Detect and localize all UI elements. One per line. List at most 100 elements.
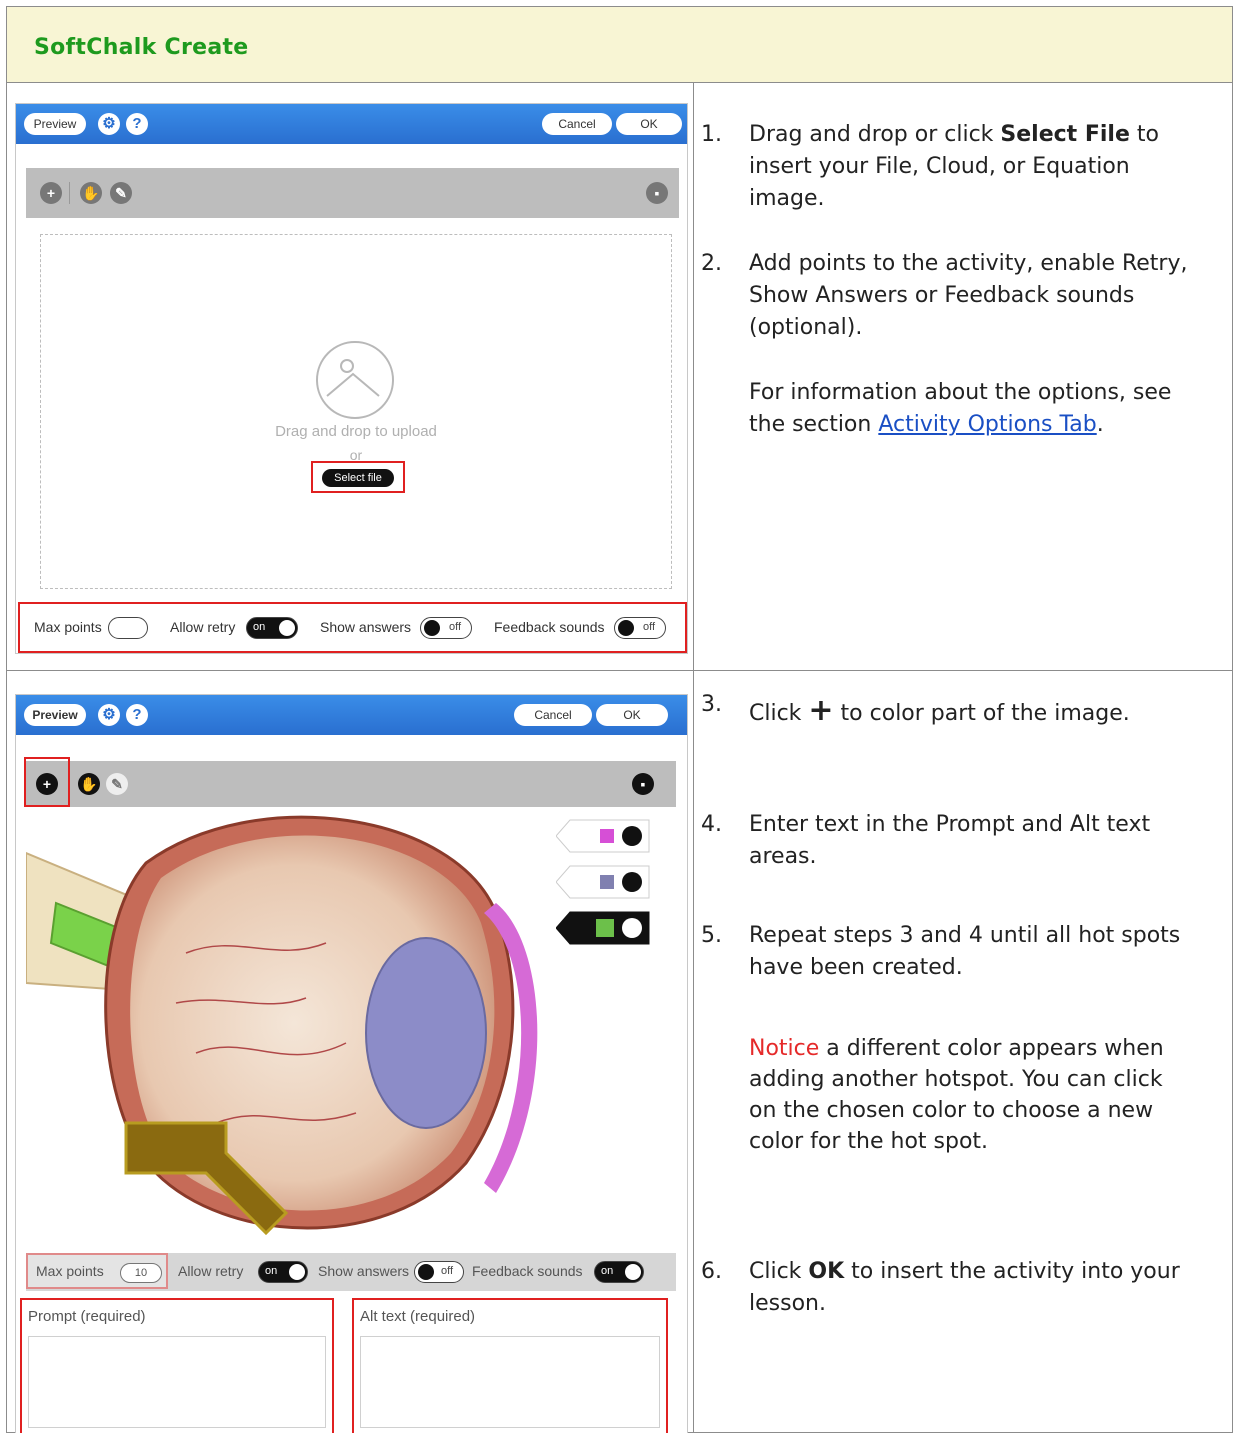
hotspot-tag-pink[interactable] xyxy=(556,819,650,853)
pencil-icon[interactable]: ✎ xyxy=(110,182,132,204)
feedback-sounds-toggle[interactable]: on xyxy=(594,1261,644,1283)
hand-icon[interactable]: ✋ xyxy=(78,773,100,795)
drop-zone[interactable]: Drag and drop to upload or Select file xyxy=(40,234,672,589)
step-6: 6. Click OK to insert the activity into … xyxy=(701,1256,1221,1336)
max-points-input[interactable] xyxy=(108,617,148,639)
cancel-button[interactable]: Cancel xyxy=(514,704,592,726)
eye-diagram-image xyxy=(26,815,538,1236)
allow-retry-label: Allow retry xyxy=(170,619,236,635)
preview-button[interactable]: Preview xyxy=(24,113,86,135)
step-text-part: Drag and drop or click xyxy=(749,122,1001,147)
alt-text-field-highlight: Alt text (required) xyxy=(352,1298,668,1433)
hand-icon[interactable]: ✋ xyxy=(80,182,102,204)
toggle-state-label: off xyxy=(441,1265,454,1277)
toggle-knob xyxy=(289,1264,305,1280)
allow-retry-toggle[interactable]: on xyxy=(258,1261,308,1283)
step-number: 2. xyxy=(701,251,722,276)
notice-text: Notice a different color appears when ad… xyxy=(749,1033,1189,1157)
toggle-knob xyxy=(418,1264,434,1280)
page-title: SoftChalk Create xyxy=(34,35,249,60)
select-file-button[interactable]: Select file xyxy=(322,469,394,487)
show-answers-toggle[interactable]: off xyxy=(414,1261,464,1283)
doc-table: SoftChalk Create Preview ⚙ ? Cancel OK +… xyxy=(6,6,1233,1433)
editor-screenshot-hotspots: Preview ⚙ ? Cancel OK + ✋ ✎ ▪ Max points… xyxy=(15,694,688,1433)
editor-topbar: Preview ⚙ ? Cancel OK xyxy=(16,695,687,735)
drop-text: Drag and drop to upload xyxy=(275,423,437,440)
gear-icon[interactable]: ⚙ xyxy=(98,113,120,135)
help-button[interactable]: ? xyxy=(126,113,148,135)
step-text-part: Click xyxy=(749,701,809,726)
toggle-knob xyxy=(618,620,634,636)
toggle-knob xyxy=(424,620,440,636)
options-info: For information about the options, see t… xyxy=(701,377,1221,477)
info-text-part: . xyxy=(1096,412,1104,437)
allow-retry-toggle[interactable]: on xyxy=(246,617,298,639)
step-number: 1. xyxy=(701,122,722,147)
max-points-label: Max points xyxy=(34,619,102,635)
show-answers-toggle[interactable]: off xyxy=(420,617,472,639)
toggle-knob xyxy=(625,1264,641,1280)
alt-text-textarea[interactable] xyxy=(360,1336,660,1428)
step-text: Repeat steps 3 and 4 until all hot spots… xyxy=(749,923,1181,980)
step-number: 6. xyxy=(701,1259,722,1284)
editor-screenshot-upload: Preview ⚙ ? Cancel OK + ✋ ✎ ▪ Drag and d… xyxy=(15,103,688,654)
step-number: 5. xyxy=(701,923,722,948)
step-text: Enter text in the Prompt and Alt text ar… xyxy=(749,812,1151,869)
hotspot-tag-purple[interactable] xyxy=(556,865,650,899)
toggle-state-label: on xyxy=(265,1265,278,1277)
step-text: Click + to color part of the image. xyxy=(749,689,1189,736)
gear-icon[interactable]: ⚙ xyxy=(98,704,120,726)
toggle-knob xyxy=(279,620,295,636)
select-file-highlight: Select file xyxy=(311,461,405,493)
show-answers-label: Show answers xyxy=(320,619,412,635)
plus-icon[interactable]: + xyxy=(40,182,62,204)
toggle-state-label: on xyxy=(601,1265,614,1277)
feedback-sounds-toggle[interactable]: off xyxy=(614,617,666,639)
activity-options-tab-link[interactable]: Activity Options Tab xyxy=(878,412,1096,437)
activity-options-bar: Max points Allow retry on Show answers o… xyxy=(18,602,687,653)
prompt-field-highlight: Prompt (required) xyxy=(20,1298,334,1433)
toggle-state-label: on xyxy=(253,621,266,633)
column-divider xyxy=(693,83,694,1433)
hotspot-tag-green-active[interactable] xyxy=(556,911,650,945)
notice-word: Notice xyxy=(749,1036,820,1061)
activity-options-bar: Max points 10 Allow retry on Show answer… xyxy=(26,1253,676,1291)
help-button[interactable]: ? xyxy=(126,704,148,726)
preview-button[interactable]: Preview xyxy=(24,704,86,726)
ok-emphasis: OK xyxy=(808,1259,845,1284)
select-file-emphasis: Select File xyxy=(1000,122,1130,147)
step-2: 2. Add points to the activity, enable Re… xyxy=(701,248,1221,348)
ok-button[interactable]: OK xyxy=(616,113,682,135)
cancel-button[interactable]: Cancel xyxy=(542,113,612,135)
prompt-label: Prompt (required) xyxy=(28,1308,146,1325)
step-text-part: to color part of the image. xyxy=(833,701,1130,726)
max-points-highlight: Max points 10 xyxy=(26,1253,168,1289)
toolbar-divider xyxy=(69,182,70,204)
step-text: Add points to the activity, enable Retry… xyxy=(749,251,1188,340)
ok-button[interactable]: OK xyxy=(596,704,668,726)
toggle-state-label: off xyxy=(643,621,656,633)
plus-icon[interactable]: + xyxy=(36,773,58,795)
step-text-part: Click xyxy=(749,1259,809,1284)
toggle-state-label: off xyxy=(449,621,462,633)
max-points-input[interactable]: 10 xyxy=(120,1263,162,1283)
step-text: Click OK to insert the activity into you… xyxy=(749,1256,1189,1320)
alt-text-label: Alt text (required) xyxy=(360,1308,476,1325)
step-number: 4. xyxy=(701,812,722,837)
plus-symbol: + xyxy=(808,693,834,728)
row-divider xyxy=(7,670,1232,671)
editor-topbar: Preview ⚙ ? Cancel OK xyxy=(16,104,687,144)
trash-icon[interactable]: ▪ xyxy=(646,182,668,204)
image-upload-icon xyxy=(316,341,394,419)
step-4: 4. Enter text in the Prompt and Alt text… xyxy=(701,809,1221,889)
pencil-icon[interactable]: ✎ xyxy=(106,773,128,795)
editor-toolbar: + ✋ ✎ ▪ xyxy=(26,168,679,218)
max-points-label: Max points xyxy=(36,1263,104,1279)
trash-icon[interactable]: ▪ xyxy=(632,773,654,795)
prompt-textarea[interactable] xyxy=(28,1336,326,1428)
show-answers-label: Show answers xyxy=(318,1263,410,1279)
feedback-sounds-label: Feedback sounds xyxy=(494,619,605,635)
feedback-sounds-label: Feedback sounds xyxy=(472,1263,583,1279)
step-number: 3. xyxy=(701,692,722,717)
step-text: Drag and drop or click Select File to in… xyxy=(749,119,1189,215)
